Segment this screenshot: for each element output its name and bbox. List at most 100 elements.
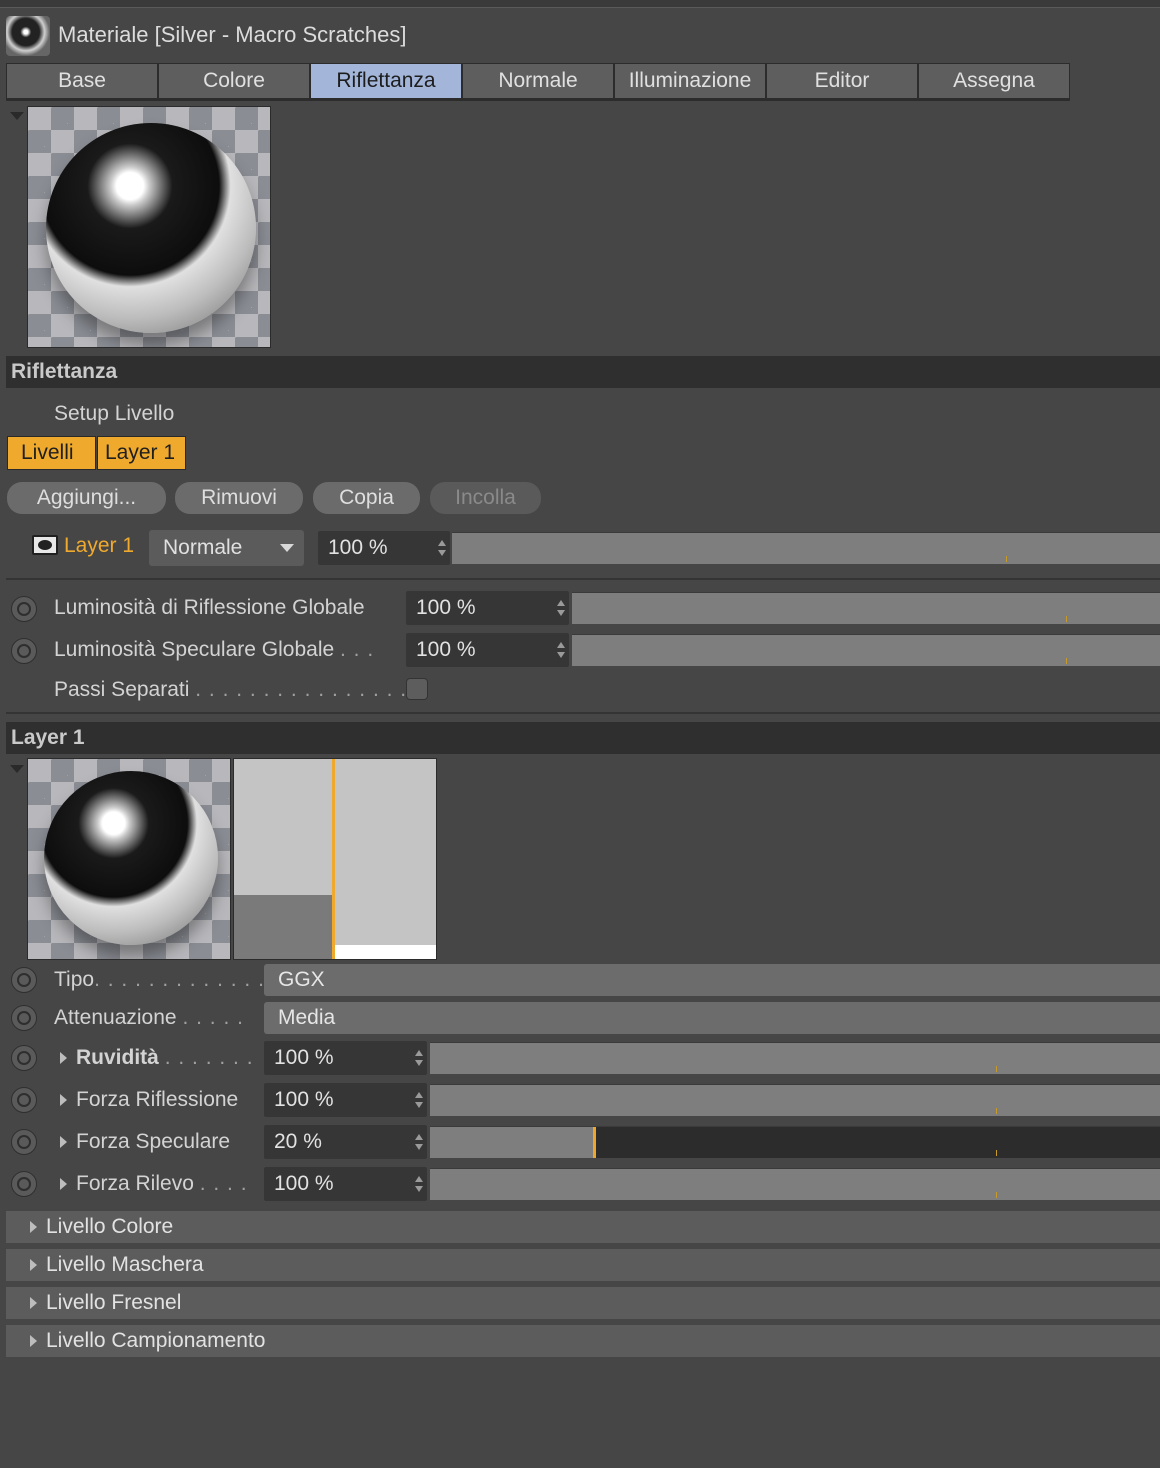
expand-roughness-icon[interactable] <box>60 1052 67 1064</box>
slider-tick <box>996 1150 997 1156</box>
animate-radio[interactable] <box>11 1129 37 1155</box>
specular-strength-value: 20 % <box>274 1130 322 1153</box>
animate-radio[interactable] <box>11 1171 37 1197</box>
collapse-preview-icon[interactable] <box>10 112 24 120</box>
tab-normale[interactable]: Normale <box>463 64 613 98</box>
type-dropdown[interactable]: GGX <box>264 964 1160 996</box>
slider-tick <box>996 1192 997 1198</box>
global-specular-field[interactable]: 100 % <box>406 633 569 667</box>
tab-layer-1[interactable]: Layer 1 <box>97 436 186 470</box>
animate-radio[interactable] <box>11 1005 37 1031</box>
slider-fill <box>572 635 1160 666</box>
eye-icon[interactable] <box>32 535 58 555</box>
expand-icon <box>30 1221 37 1233</box>
collapse-layer-preview-icon[interactable] <box>10 765 24 773</box>
layer-opacity-field[interactable]: 100 % <box>318 531 450 565</box>
animate-radio[interactable] <box>11 967 37 993</box>
setup-livello-label: Setup Livello <box>54 402 175 425</box>
material-icon <box>6 16 50 56</box>
layer-opacity-slider[interactable] <box>452 532 1160 564</box>
leader-dots: . . . . . . . . . . . . . . . . . <box>195 678 421 701</box>
tab-assegna[interactable]: Assegna <box>919 64 1069 98</box>
tab-livelli[interactable]: Livelli <box>7 436 96 470</box>
slider-fill <box>430 1043 1160 1074</box>
reflection-strength-field[interactable]: 100 % <box>264 1083 427 1117</box>
tab-editor[interactable]: Editor <box>767 64 917 98</box>
group-label: Livello Campionamento <box>46 1329 266 1352</box>
stepper-icon[interactable] <box>415 1134 423 1150</box>
stepper-icon[interactable] <box>557 600 565 616</box>
bump-strength-slider[interactable] <box>430 1168 1160 1200</box>
add-layer-button[interactable]: Aggiungi... <box>7 482 166 514</box>
chevron-down-icon <box>280 544 294 552</box>
section-header-riflettanza: Riflettanza <box>6 356 1160 388</box>
global-specular-value: 100 % <box>416 638 476 661</box>
slider-handle[interactable] <box>593 1127 597 1158</box>
roughness-field[interactable]: 100 % <box>264 1041 427 1075</box>
group-livello-colore[interactable]: Livello Colore <box>6 1211 1160 1243</box>
reflection-strength-label: Forza Riflessione <box>76 1088 239 1111</box>
stepper-icon[interactable] <box>415 1050 423 1066</box>
attenuation-label-text: Attenuazione <box>54 1006 177 1029</box>
roughness-label: Ruvidità . . . . . . . <box>76 1046 254 1070</box>
slider-tick <box>1066 616 1067 622</box>
blend-mode-dropdown[interactable]: Normale <box>149 530 304 566</box>
bump-strength-label: Forza Rilevo . . . . <box>76 1172 248 1196</box>
stepper-icon[interactable] <box>415 1176 423 1192</box>
slider-tick <box>1066 658 1067 664</box>
type-label-text: Tipo <box>54 968 95 991</box>
expand-icon <box>30 1335 37 1347</box>
group-livello-campionamento[interactable]: Livello Campionamento <box>6 1325 1160 1357</box>
global-reflection-slider[interactable] <box>572 592 1160 624</box>
animate-radio[interactable] <box>11 638 37 664</box>
expand-reflection-strength-icon[interactable] <box>60 1094 67 1106</box>
copy-layer-button[interactable]: Copia <box>313 482 420 514</box>
group-livello-fresnel[interactable]: Livello Fresnel <box>6 1287 1160 1319</box>
reflection-strength-value: 100 % <box>274 1088 334 1111</box>
global-reflection-field[interactable]: 100 % <box>406 591 569 625</box>
slider-fill <box>572 593 1160 624</box>
expand-icon <box>30 1259 37 1271</box>
reflection-strength-slider[interactable] <box>430 1084 1160 1116</box>
specular-strength-slider[interactable] <box>430 1126 1160 1158</box>
separate-passes-label: Passi Separati . . . . . . . . . . . . .… <box>54 678 421 702</box>
stepper-icon[interactable] <box>438 540 446 556</box>
animate-radio[interactable] <box>11 596 37 622</box>
slider-fill <box>452 533 1160 564</box>
roughness-label-text: Ruvidità <box>76 1046 159 1069</box>
tab-base[interactable]: Base <box>7 64 157 98</box>
attenuation-dropdown[interactable]: Media <box>264 1002 1160 1034</box>
group-livello-maschera[interactable]: Livello Maschera <box>6 1249 1160 1281</box>
specular-strength-field[interactable]: 20 % <box>264 1125 427 1159</box>
falloff-graph <box>233 758 437 960</box>
expand-icon <box>30 1297 37 1309</box>
tab-illuminazione[interactable]: Illuminazione <box>615 64 765 98</box>
attenuation-label: Attenuazione . . . . . <box>54 1006 244 1030</box>
tab-colore[interactable]: Colore <box>159 64 309 98</box>
leader-dots: . . . <box>340 638 375 661</box>
global-specular-slider[interactable] <box>572 634 1160 666</box>
window-top-bar <box>0 0 1160 8</box>
param-label-text: Luminosità Speculare Globale <box>54 638 335 661</box>
falloff-graph-marker <box>332 759 335 959</box>
bump-strength-field[interactable]: 100 % <box>264 1167 427 1201</box>
expand-bump-strength-icon[interactable] <box>60 1178 67 1190</box>
expand-specular-strength-icon[interactable] <box>60 1136 67 1148</box>
remove-layer-button[interactable]: Rimuovi <box>175 482 303 514</box>
stepper-icon[interactable] <box>557 642 565 658</box>
slider-fill <box>430 1169 1160 1200</box>
tab-riflettanza[interactable]: Riflettanza <box>311 64 461 98</box>
slider-tick <box>996 1108 997 1114</box>
slider-tick <box>996 1066 997 1072</box>
animate-radio[interactable] <box>11 1087 37 1113</box>
roughness-slider[interactable] <box>430 1042 1160 1074</box>
divider <box>6 578 1160 580</box>
preview-sphere <box>44 771 218 945</box>
animate-radio[interactable] <box>11 1045 37 1071</box>
separate-passes-checkbox[interactable] <box>406 678 428 700</box>
slider-fill <box>430 1085 1160 1116</box>
stepper-icon[interactable] <box>415 1092 423 1108</box>
separate-passes-text: Passi Separati <box>54 678 190 701</box>
section-header-layer-1: Layer 1 <box>6 722 1160 754</box>
layer-name-label[interactable]: Layer 1 <box>64 534 134 558</box>
